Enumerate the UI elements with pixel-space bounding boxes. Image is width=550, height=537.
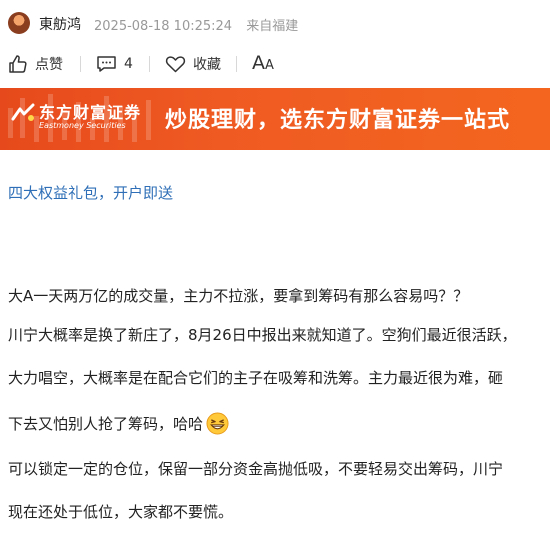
ad-banner[interactable]: 东方财富证券 Eastmoney Securities 炒股理财，选东方财富证券… xyxy=(0,88,550,150)
logo-text-cn: 东方财富证券 xyxy=(39,103,142,122)
action-bar: 点赞 4 收藏 AA xyxy=(0,50,550,80)
body-line-with-emoji: 下去又怕别人抢了筹码，哈哈 xyxy=(8,412,229,436)
body-line: 现在还处于低位，大家都不要慌。 xyxy=(8,503,234,521)
avatar[interactable] xyxy=(8,12,30,34)
body-line: 下去又怕别人抢了筹码，哈哈 xyxy=(8,415,204,433)
post-datetime: 2025-08-18 10:25:24 xyxy=(94,19,233,34)
divider xyxy=(236,56,237,72)
grin-emoji-icon xyxy=(206,412,229,435)
body-line: 大A一天两万亿的成交量，主力不拉涨，要拿到筹码有那么容易吗？？ xyxy=(8,287,469,305)
author-name[interactable]: 東舫鸿 xyxy=(39,14,81,34)
heart-icon xyxy=(165,56,186,73)
font-size-button[interactable]: AA xyxy=(252,52,274,76)
divider xyxy=(80,56,81,72)
promo-link[interactable]: 四大权益礼包，开户即送 xyxy=(8,182,173,203)
comment-icon xyxy=(97,56,116,72)
logo-text-en: Eastmoney Securities xyxy=(39,121,126,130)
brand-logo: 东方财富证券 Eastmoney Securities xyxy=(11,99,151,139)
body-line: 可以锁定一定的仓位，保留一部分资金高抛低吸，不要轻易交出筹码，川宁 xyxy=(8,460,504,478)
font-size-icon: AA xyxy=(252,51,274,74)
like-label: 点赞 xyxy=(35,57,63,73)
eastmoney-logo-icon xyxy=(11,103,35,121)
body-line: 川宁大概率是换了新庄了，8月26日中报出来就知道了。空狗们最近很活跃， xyxy=(8,326,517,344)
comment-button[interactable]: 4 xyxy=(96,52,133,76)
like-button[interactable]: 点赞 xyxy=(8,52,63,76)
post-header: 東舫鸿 2025-08-18 10:25:24 来自福建 xyxy=(0,0,550,44)
banner-slogan: 炒股理财，选东方财富证券一站式 xyxy=(165,108,511,133)
post-meta: 2025-08-18 10:25:24 来自福建 xyxy=(94,15,298,34)
favorite-button[interactable]: 收藏 xyxy=(165,52,221,76)
comment-count: 4 xyxy=(124,56,133,72)
divider xyxy=(149,56,150,72)
body-line: 大力唱空，大概率是在配合它们的主子在吸筹和洗筹。主力最近很为难，砸 xyxy=(8,369,504,387)
thumbs-up-icon xyxy=(9,55,27,73)
favorite-label: 收藏 xyxy=(193,57,221,73)
post-source: 来自福建 xyxy=(246,19,299,34)
